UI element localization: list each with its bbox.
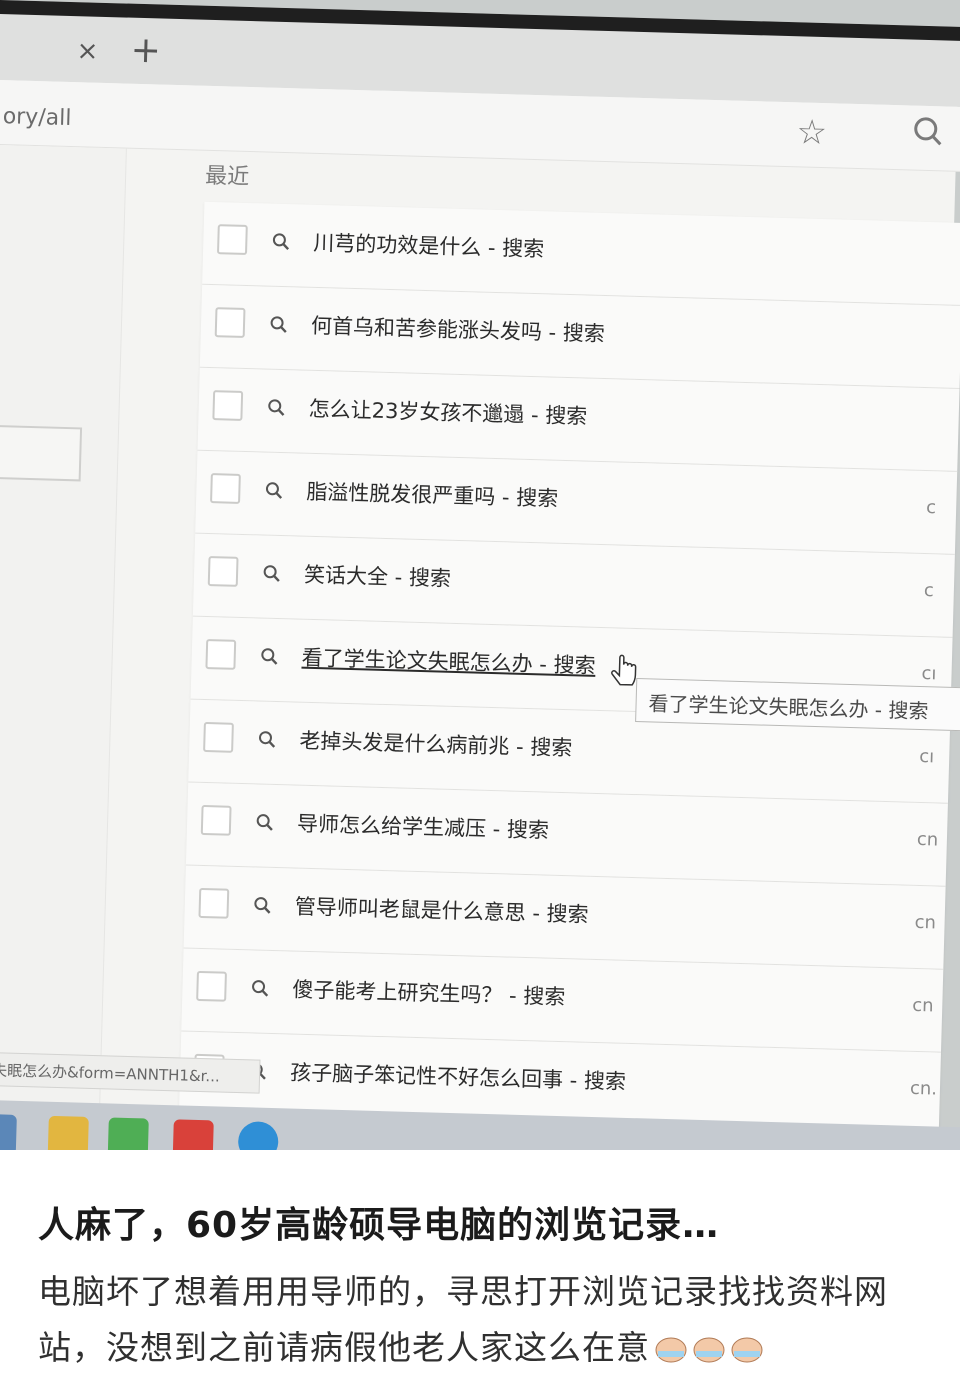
row-checkbox[interactable] [200, 804, 232, 836]
history-list: 川芎的功效是什么 - 搜索何首乌和苦参能涨头发吗 - 搜索 怎么让23岁女孩不邋遢… [176, 201, 960, 1150]
url-text[interactable]: ory/all [2, 104, 71, 131]
search-icon [261, 648, 278, 665]
browser-photo: × + ory/all ☆ 最近 川芎的功效是什么 - 搜索何首乌和苦参能涨头发… [0, 0, 960, 1150]
crying-face-icon [655, 1337, 687, 1363]
search-icon [256, 814, 273, 831]
history-title[interactable]: 脂溢性脱发很严重吗 - 搜索 [306, 476, 559, 513]
history-domain: cn. [909, 1077, 938, 1100]
taskbar-folder-icon[interactable] [47, 1115, 89, 1150]
row-checkbox[interactable] [205, 639, 237, 670]
search-icon [259, 731, 276, 748]
history-domain: cn [914, 911, 937, 934]
taskbar-edge-icon[interactable] [237, 1121, 279, 1150]
post-body: 电脑坏了想着用用导师的，寻思打开浏览记录找找资料网站，没想到之前请病假他老人家这… [38, 1264, 928, 1376]
row-checkbox[interactable] [210, 473, 241, 504]
taskbar-shoe-icon[interactable] [0, 1113, 17, 1150]
recent-heading: 最近 [204, 163, 250, 191]
history-title[interactable]: 管导师叫老鼠是什么意思 - 搜索 [294, 891, 589, 929]
sidebar-search-box[interactable] [0, 424, 83, 482]
crying-face-icon [693, 1337, 725, 1363]
history-domain: cn [911, 994, 934, 1017]
taskbar-app-icon[interactable] [107, 1117, 149, 1150]
row-checkbox[interactable] [216, 224, 248, 255]
new-tab-button[interactable]: + [130, 30, 161, 72]
history-title[interactable]: 孩子脑子笨记性不好怎么回事 - 搜索 [290, 1057, 627, 1096]
history-domain: c [925, 497, 937, 519]
crying-face-icon [731, 1337, 763, 1363]
browser-screen: × + ory/all ☆ 最近 川芎的功效是什么 - 搜索何首乌和苦参能涨头发… [0, 0, 960, 1150]
history-domain: cı [918, 745, 935, 768]
tab-close-button[interactable]: × [76, 36, 99, 67]
row-checkbox[interactable] [214, 307, 246, 338]
row-checkbox[interactable] [212, 390, 244, 421]
search-icon [268, 399, 285, 416]
search-icon [270, 316, 287, 333]
history-title[interactable]: 笑话大全 - 搜索 [304, 559, 452, 593]
history-title[interactable]: 看了学生论文失眠怎么办 - 搜索 [301, 642, 596, 680]
history-title[interactable]: 傻子能考上研究生吗？ - 搜索 [292, 974, 566, 1012]
tooltip: 看了学生论文失眠怎么办 - 搜索 [635, 678, 960, 732]
history-title[interactable]: 怎么让23岁女孩不邋遢 - 搜索 [308, 393, 587, 431]
hand-cursor-icon [611, 654, 637, 686]
search-icon[interactable] [908, 111, 949, 152]
row-checkbox[interactable] [203, 721, 234, 753]
history-domain: cn [916, 828, 939, 851]
search-icon [265, 482, 283, 499]
taskbar-wps-icon[interactable] [172, 1119, 214, 1150]
history-title[interactable]: 导师怎么给学生减压 - 搜索 [297, 808, 550, 845]
post-title: 人麻了，60岁高龄硕导电脑的浏览记录… [38, 1205, 720, 1246]
star-icon[interactable]: ☆ [796, 112, 828, 153]
history-domain: c [923, 580, 935, 602]
history-domain: cı [921, 662, 937, 685]
search-icon [254, 897, 271, 914]
search-icon [263, 565, 280, 582]
sidebar [0, 144, 127, 1149]
row-checkbox[interactable] [207, 556, 239, 587]
history-title[interactable]: 老掉头发是什么病前兆 - 搜索 [299, 725, 573, 763]
search-icon [272, 233, 290, 250]
status-bar-url: 文失眠怎么办&form=ANNTH1&r... [0, 1051, 261, 1094]
row-checkbox[interactable] [198, 887, 230, 919]
history-title[interactable]: 何首乌和苦参能涨头发吗 - 搜索 [311, 310, 606, 348]
row-checkbox[interactable] [196, 970, 227, 1002]
search-icon [252, 980, 269, 997]
history-title[interactable]: 川芎的功效是什么 - 搜索 [313, 227, 545, 263]
